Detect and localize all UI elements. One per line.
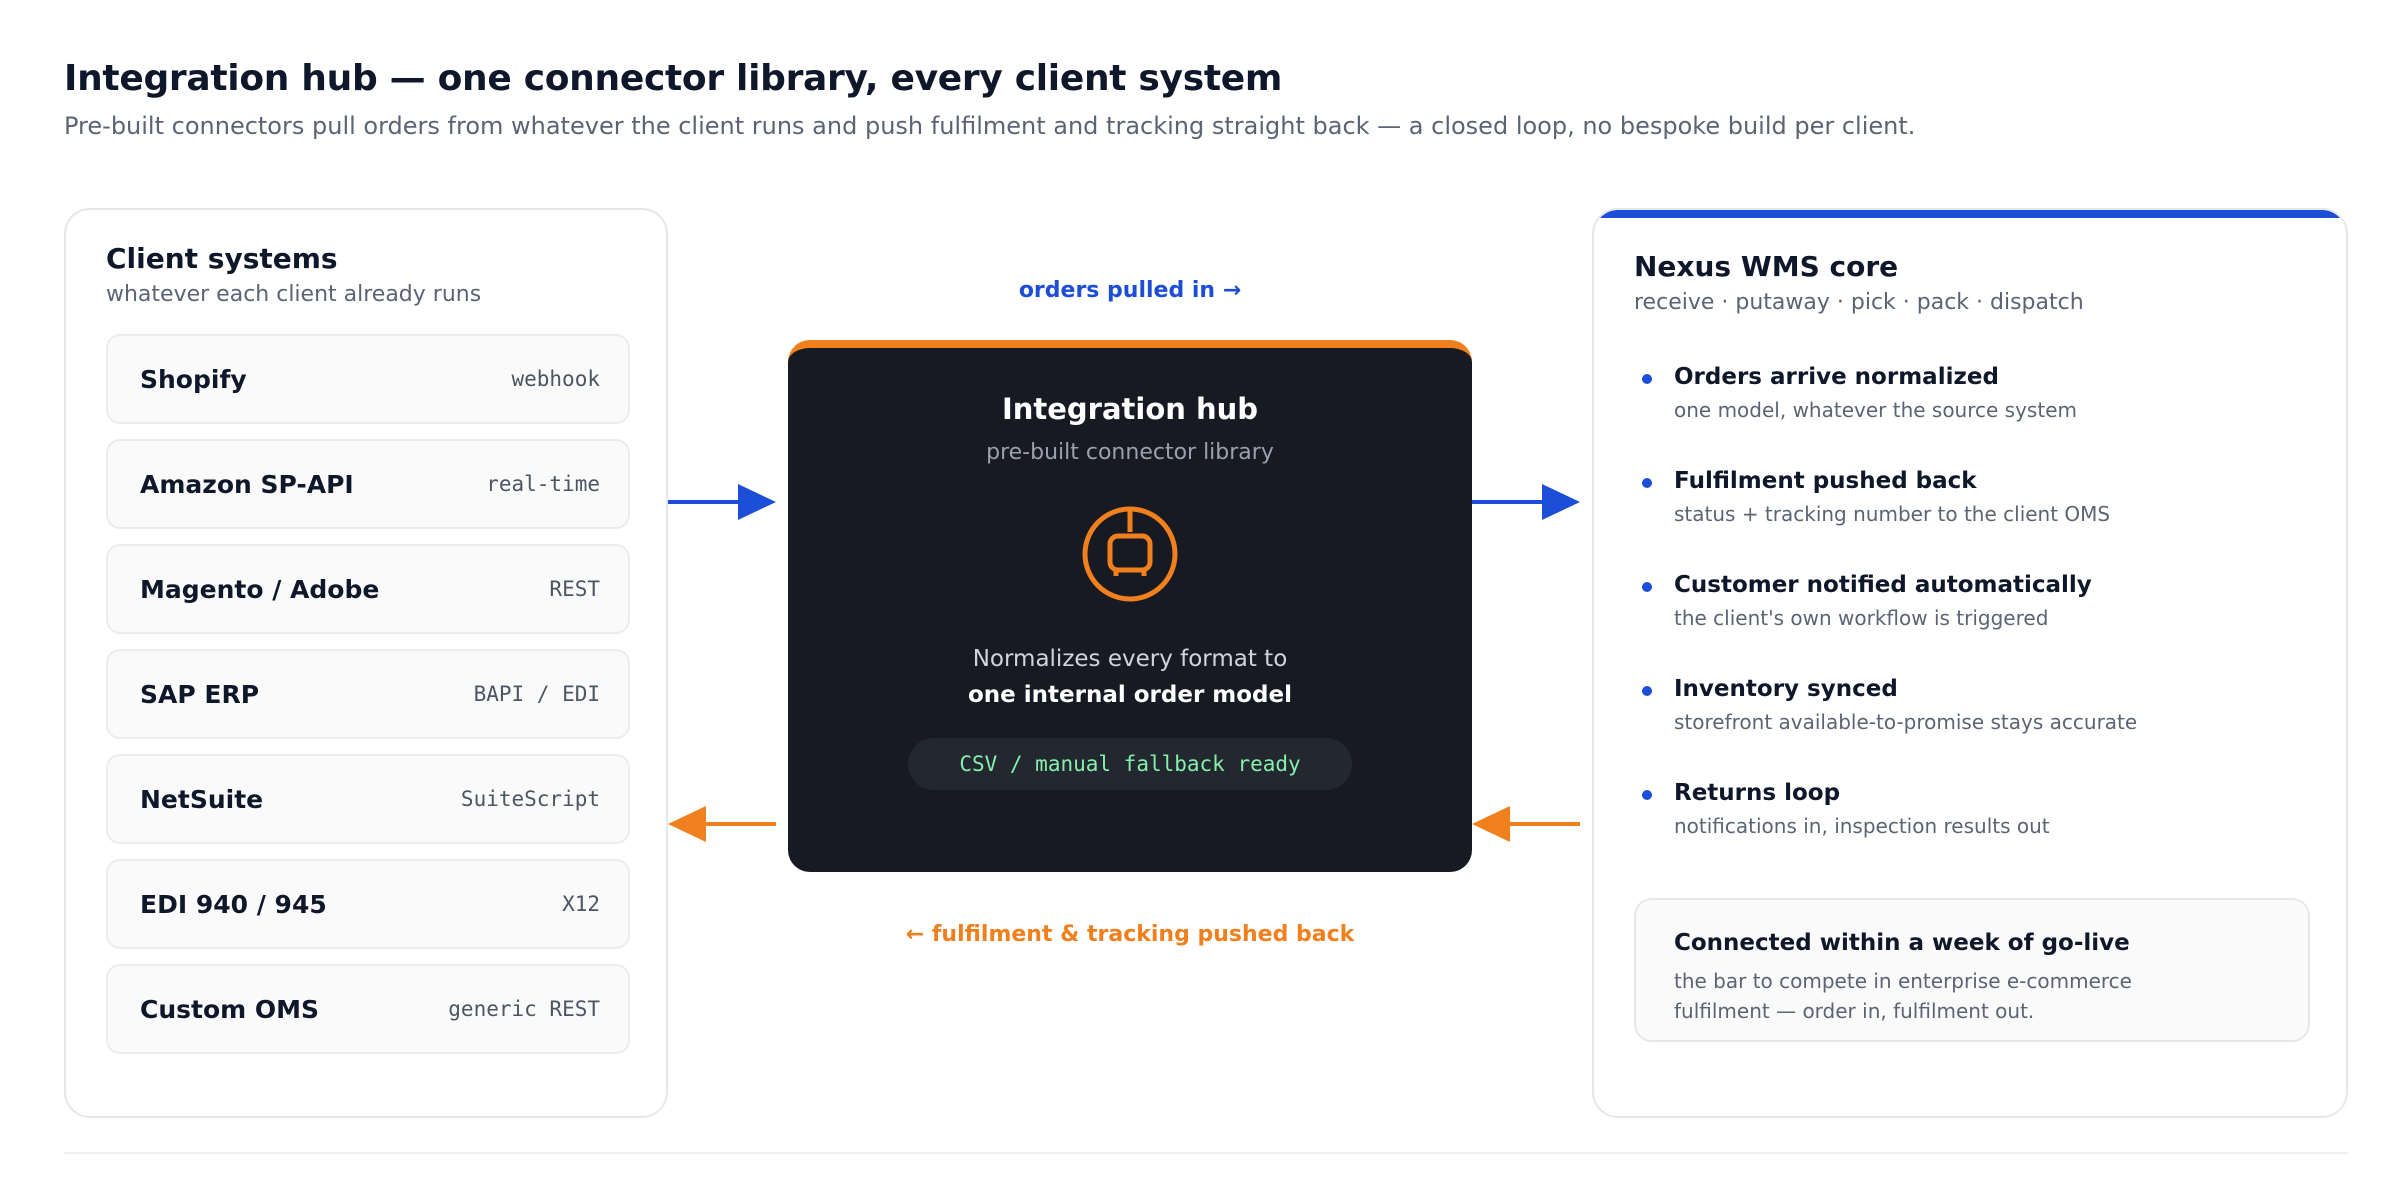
inbound-arrow-right [1472, 484, 1580, 520]
client-system-magento: Magento / Adobe REST [106, 544, 630, 634]
wms-feature-item: Customer notified automatically the clie… [1634, 570, 2314, 674]
wms-feature-list: Orders arrive normalized one model, what… [1634, 362, 2314, 882]
wms-feature-item: Orders arrive normalized one model, what… [1634, 362, 2314, 466]
client-system-name: EDI 940 / 945 [140, 889, 327, 919]
wms-feature-item: Inventory synced storefront available-to… [1634, 674, 2314, 778]
fallback-pill: CSV / manual fallback ready [908, 738, 1352, 790]
connector-plug-icon [1082, 506, 1178, 602]
outbound-flow-label: ← fulfilment & tracking pushed back [905, 922, 1355, 947]
client-systems-list: Shopify webhook Amazon SP-API real-time … [106, 334, 630, 1069]
feature-description: notifications in, inspection results out [1674, 814, 2050, 838]
client-system-edi: EDI 940 / 945 X12 [106, 859, 630, 949]
feature-title: Returns loop [1674, 780, 1841, 806]
client-system-protocol: BAPI / EDI [473, 682, 600, 706]
callout-body: the bar to compete in enterprise e-comme… [1674, 969, 2132, 1023]
go-live-callout: Connected within a week of go-live the b… [1634, 898, 2310, 1042]
client-system-protocol: X12 [562, 892, 600, 916]
wms-feature-item: Fulfilment pushed back status + tracking… [1634, 466, 2314, 570]
hub-description-emphasis: one internal order model [967, 682, 1293, 708]
hub-description: Normalizes every format to [972, 646, 1288, 672]
feature-description: status + tracking number to the client O… [1674, 502, 2111, 526]
client-system-protocol: real-time [486, 472, 600, 496]
outbound-arrow-right [1472, 806, 1580, 842]
client-system-netsuite: NetSuite SuiteScript [106, 754, 630, 844]
feature-title: Orders arrive normalized [1674, 364, 1999, 390]
callout-title: Connected within a week of go-live [1674, 930, 2130, 956]
client-system-name: Shopify [140, 364, 247, 394]
bullet-dot-icon [1642, 790, 1652, 800]
client-system-shopify: Shopify webhook [106, 334, 630, 424]
bullet-dot-icon [1642, 686, 1652, 696]
wms-feature-item: Returns loop notifications in, inspectio… [1634, 778, 2314, 882]
client-system-protocol: SuiteScript [460, 787, 600, 811]
bullet-dot-icon [1642, 478, 1652, 488]
client-system-protocol: REST [549, 577, 600, 601]
page-subtitle: Pre-built connectors pull orders from wh… [64, 112, 1916, 140]
client-system-sap: SAP ERP BAPI / EDI [106, 649, 630, 739]
inbound-arrow-left [668, 484, 776, 520]
integration-hub-card: Integration hub pre-built connector libr… [788, 340, 1472, 872]
client-system-name: SAP ERP [140, 679, 260, 709]
client-system-protocol: webhook [511, 367, 600, 391]
feature-description: one model, whatever the source system [1674, 398, 2077, 422]
client-system-name: Magento / Adobe [140, 574, 380, 604]
bullet-dot-icon [1642, 374, 1652, 384]
client-system-protocol: generic REST [448, 997, 600, 1021]
client-systems-subtitle: whatever each client already runs [106, 282, 482, 307]
client-system-name: Custom OMS [140, 994, 320, 1024]
outbound-arrow-left [668, 806, 776, 842]
feature-title: Fulfilment pushed back [1674, 468, 1977, 494]
bullet-dot-icon [1642, 582, 1652, 592]
feature-title: Inventory synced [1674, 676, 1898, 702]
client-system-name: NetSuite [140, 784, 264, 814]
wms-accent-bar [1594, 210, 2346, 218]
client-system-name: Amazon SP-API [140, 469, 354, 499]
client-system-custom-oms: Custom OMS generic REST [106, 964, 630, 1054]
bottom-divider [64, 1152, 2348, 1154]
feature-description: storefront available-to-promise stays ac… [1674, 710, 2138, 734]
wms-title: Nexus WMS core [1634, 250, 1899, 283]
hub-subtitle: pre-built connector library [986, 440, 1274, 465]
feature-description: the client's own workflow is triggered [1674, 606, 2049, 630]
wms-core-panel: Nexus WMS core receive · putaway · pick … [1592, 208, 2348, 1118]
client-system-amazon: Amazon SP-API real-time [106, 439, 630, 529]
feature-title: Customer notified automatically [1674, 572, 2092, 598]
hub-title: Integration hub [1001, 392, 1259, 426]
page-title: Integration hub — one connector library,… [64, 58, 1283, 99]
inbound-flow-label: orders pulled in → [1018, 278, 1242, 303]
client-systems-panel: Client systems whatever each client alre… [64, 208, 668, 1118]
wms-subtitle: receive · putaway · pick · pack · dispat… [1634, 290, 2084, 315]
client-systems-title: Client systems [106, 242, 338, 275]
